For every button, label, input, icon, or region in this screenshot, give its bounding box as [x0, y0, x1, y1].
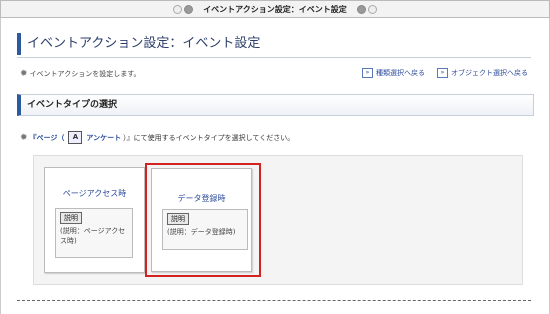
window-titlebar: イベントアクション設定：イベント設定	[0, 0, 550, 18]
instruction-line: ✹ 『ページ（ A アンケート ）』にて使用するイベントタイプを選択してください…	[20, 131, 294, 144]
window-title: イベントアクション設定：イベント設定	[203, 4, 347, 14]
info-text: イベントアクションを設定します。	[29, 70, 141, 78]
event-description-box: 説明 (説明：ページアクセス時)	[55, 208, 133, 258]
info-line: ✹ イベントアクションを設定します。	[20, 69, 141, 79]
description-button[interactable]: 説明	[60, 212, 82, 224]
event-card-page-access[interactable]: ページアクセス時 説明 (説明：ページアクセス時)	[44, 167, 145, 273]
back-arrow-icon: »	[437, 68, 448, 78]
gear-icon: ✹	[20, 69, 28, 79]
selection-highlight	[145, 163, 261, 277]
event-description-text: (説明：ページアクセス時)	[60, 227, 126, 245]
titlebar-dots-right	[356, 4, 377, 14]
titlebar-dot	[356, 4, 366, 14]
survey-page-icon: A	[68, 131, 83, 144]
page-title: イベントアクション設定：イベント設定	[17, 33, 537, 55]
footer-divider	[17, 300, 531, 301]
back-to-type-label: 種類選択へ戻る	[376, 69, 425, 77]
back-to-type-link[interactable]: » 種類選択へ戻る	[362, 68, 425, 78]
titlebar-dot	[367, 4, 377, 14]
back-to-object-label: オブジェクト選択へ戻る	[451, 69, 528, 77]
titlebar-dot	[173, 4, 183, 14]
instruction-prefix: 『ページ（	[29, 133, 65, 142]
event-card-title[interactable]: ページアクセス時	[45, 188, 144, 199]
titlebar-dots-left	[173, 4, 194, 14]
page-title-divider	[17, 57, 531, 58]
instruction-suffix: ）』にて使用するイベントタイプを選択してください。	[123, 133, 295, 142]
section-header: イベントタイプの選択	[17, 94, 534, 116]
back-arrow-icon: »	[362, 68, 373, 78]
gear-icon: ✹	[20, 132, 28, 143]
nav-links: » 種類選択へ戻る » オブジェクト選択へ戻る	[362, 68, 528, 78]
instruction-page-name: アンケート	[86, 133, 122, 142]
back-to-object-link[interactable]: » オブジェクト選択へ戻る	[437, 68, 528, 78]
titlebar-dot	[184, 4, 194, 14]
